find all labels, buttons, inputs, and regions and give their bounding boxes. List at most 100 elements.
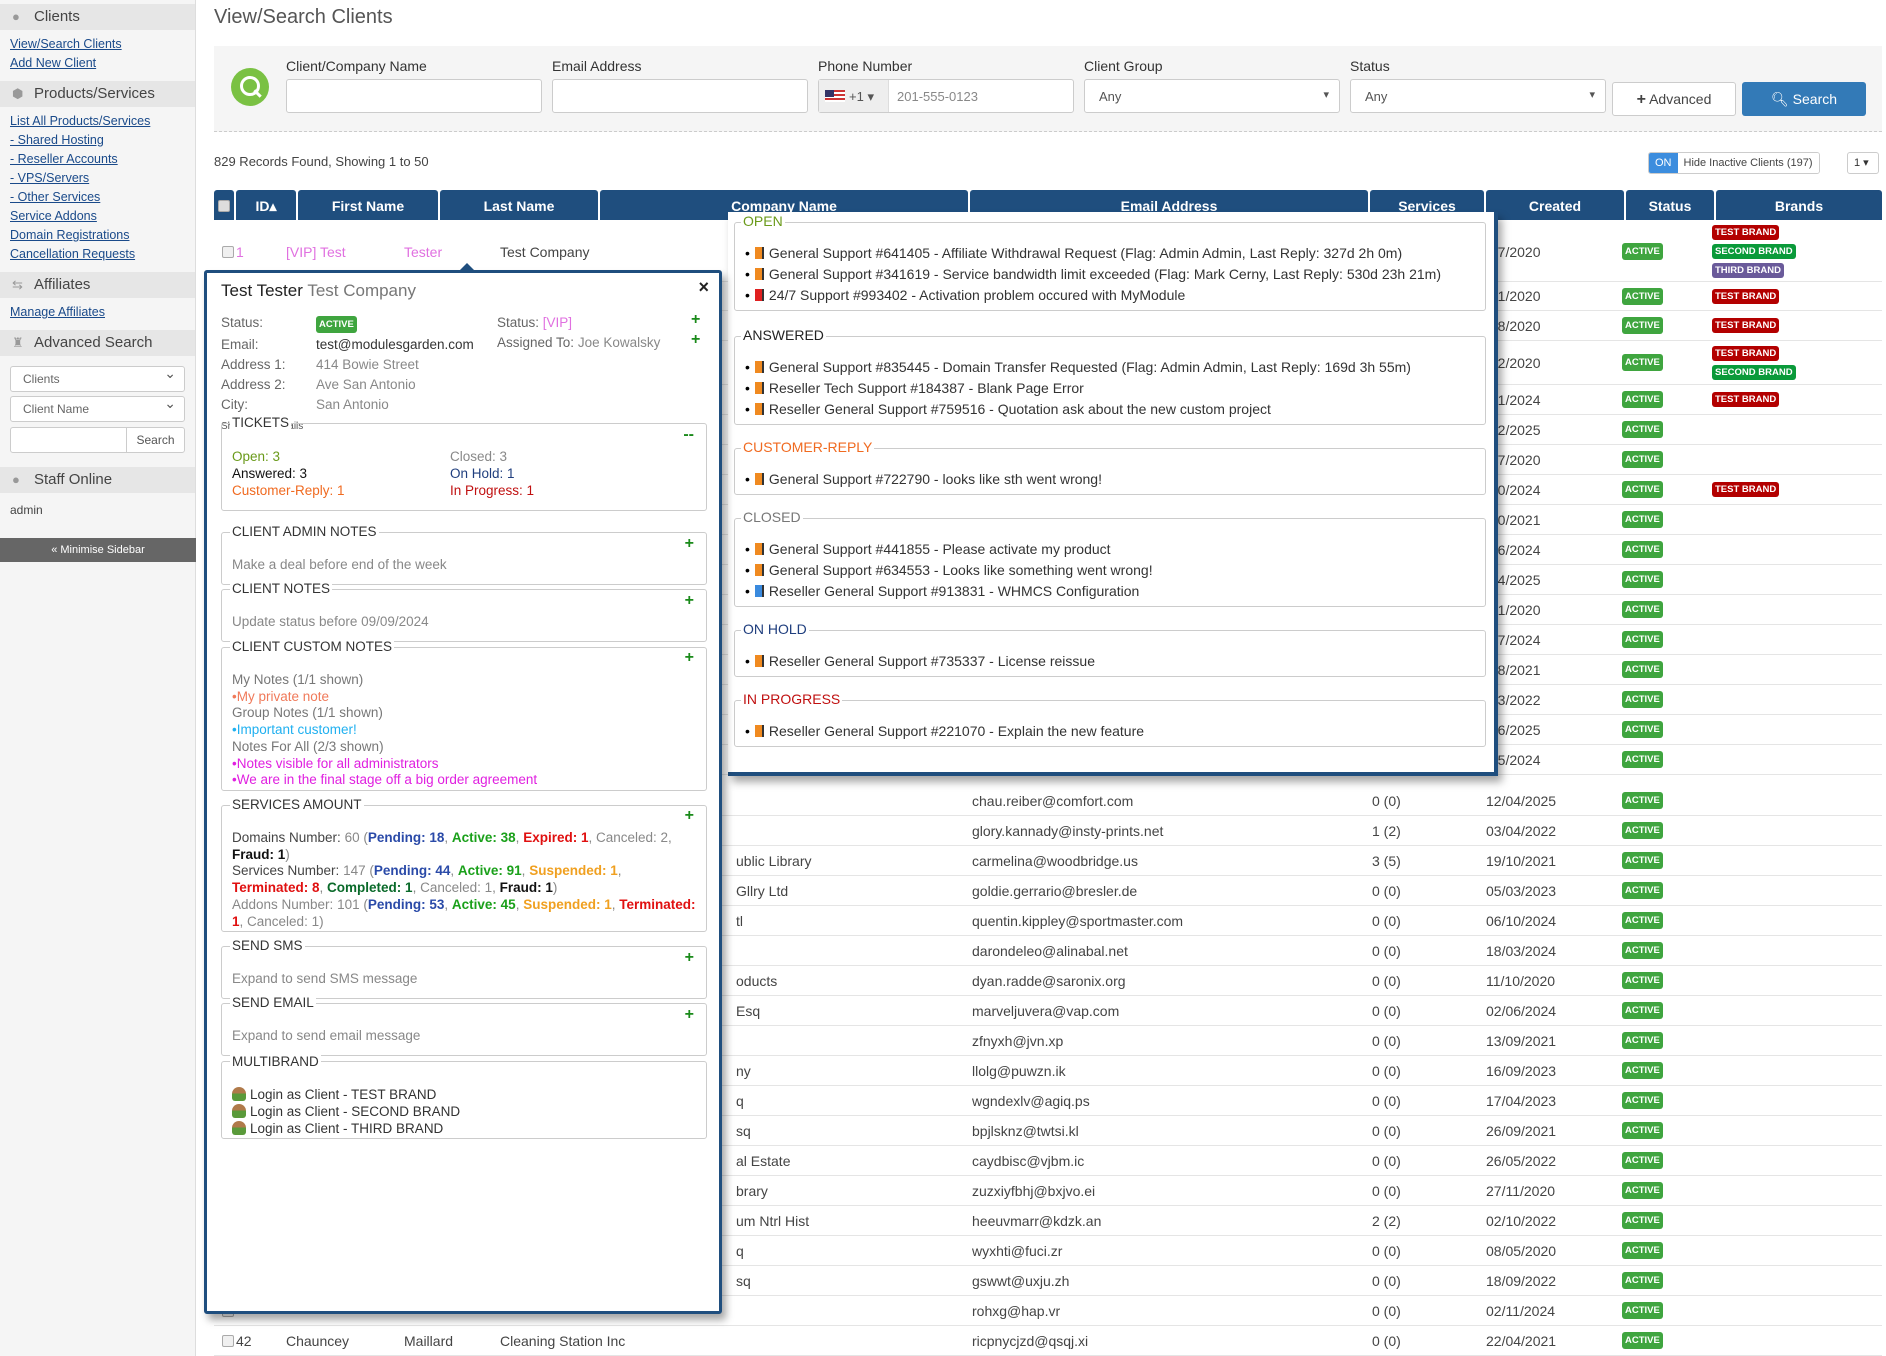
ticket-item[interactable]: General Support #641405 - Affiliate With… — [745, 243, 1475, 264]
sidebar-link[interactable]: Service Addons — [10, 207, 185, 226]
ticket-title[interactable]: General Support #441855 - Please activat… — [769, 541, 1111, 557]
hide-inactive-toggle[interactable]: ON Hide Inactive Clients (197) — [1648, 152, 1820, 174]
add-client-note-icon[interactable]: + — [685, 592, 694, 610]
ticket-title[interactable]: General Support #634553 - Looks like som… — [769, 562, 1153, 578]
client-email[interactable]: chau.reiber@comfort.com — [972, 786, 1133, 815]
expand-sms-icon[interactable]: + — [685, 949, 694, 967]
ticket-title[interactable]: General Support #641405 - Affiliate With… — [769, 245, 1402, 261]
ticket-item[interactable]: Reseller General Support #735337 - Licen… — [745, 651, 1475, 672]
ticket-title[interactable]: Reseller General Support #913831 - WHMCS… — [769, 583, 1139, 599]
close-icon[interactable]: × — [698, 277, 709, 298]
row-checkbox[interactable] — [222, 1326, 234, 1355]
client-company: Esq — [736, 1002, 761, 1019]
advanced-button[interactable]: + Advanced — [1612, 82, 1736, 116]
ticket-item[interactable]: Reseller General Support #913831 - WHMCS… — [745, 581, 1475, 602]
client-email[interactable]: carmelina@woodbridge.us — [972, 846, 1138, 875]
page-select[interactable]: 1 ▾ — [1847, 152, 1879, 174]
checkbox[interactable] — [222, 1334, 234, 1347]
advanced-search-field-select[interactable]: Client Name — [10, 395, 185, 422]
sidebar-link[interactable]: Add New Client — [10, 54, 185, 73]
ticket-item[interactable]: 24/7 Support #993402 - Activation proble… — [745, 285, 1475, 306]
ticket-title[interactable]: Reseller General Support #759516 - Quota… — [769, 401, 1271, 417]
client-email[interactable]: heeuvmarr@kdzk.an — [972, 1206, 1101, 1235]
ticket-title[interactable]: Reseller General Support #735337 - Licen… — [769, 653, 1095, 669]
status-badge: ACTIVE — [1622, 691, 1663, 708]
advanced-search-type-select[interactable]: Clients — [10, 365, 185, 392]
sidebar-link[interactable]: List All Products/Services — [10, 112, 185, 131]
login-as-client-third-brand[interactable]: Login as Client - THIRD BRAND — [232, 1120, 696, 1137]
client-email[interactable]: rohxg@hap.vr — [972, 1296, 1060, 1325]
collapse-tickets-icon[interactable]: -- — [683, 426, 694, 444]
ticket-title[interactable]: General Support #835445 - Domain Transfe… — [769, 359, 1411, 375]
sidebar-link[interactable]: - Other Services — [10, 188, 185, 207]
select-all-checkbox[interactable] — [214, 190, 234, 220]
client-email[interactable]: gswwt@uxju.zh — [972, 1266, 1069, 1295]
ticket-item[interactable]: Reseller General Support #221070 - Expla… — [745, 721, 1475, 742]
client-email[interactable]: zfnyxh@jvn.xp — [972, 1026, 1063, 1055]
column-last-name[interactable]: Last Name — [440, 190, 598, 220]
client-email[interactable]: wgndexlv@agiq.ps — [972, 1086, 1090, 1115]
client-email[interactable]: marveljuvera@vap.com — [972, 996, 1119, 1025]
client-first-name[interactable]: Chauncey — [286, 1326, 349, 1355]
column-status[interactable]: Status — [1626, 190, 1714, 220]
login-as-client-second-brand[interactable]: Login as Client - SECOND BRAND — [232, 1103, 696, 1120]
assign-admin-icon[interactable]: + — [691, 331, 700, 349]
ticket-item[interactable]: General Support #722790 - looks like sth… — [745, 469, 1475, 490]
client-name-input[interactable] — [286, 79, 542, 113]
phone-input[interactable]: +1 ▾ 201-555-0123 — [818, 79, 1074, 113]
ticket-title[interactable]: Reseller General Support #221070 - Expla… — [769, 723, 1144, 739]
status-select[interactable]: Any — [1350, 79, 1606, 113]
sidebar-link[interactable]: - Shared Hosting — [10, 131, 185, 150]
ticket-item[interactable]: General Support #441855 - Please activat… — [745, 539, 1475, 560]
client-group-select[interactable]: Any — [1084, 79, 1340, 113]
sidebar-link[interactable]: - Reseller Accounts — [10, 150, 185, 169]
client-email[interactable]: dyan.radde@saronix.org — [972, 966, 1126, 995]
ticket-item[interactable]: General Support #341619 - Service bandwi… — [745, 264, 1475, 285]
client-email[interactable]: bpjlsknz@twtsi.kl — [972, 1116, 1079, 1145]
client-email[interactable]: glory.kannady@insty-prints.net — [972, 816, 1163, 845]
client-email[interactable]: caydbisc@vjbm.ic — [972, 1146, 1084, 1175]
ticket-item[interactable]: Reseller Tech Support #184387 - Blank Pa… — [745, 378, 1475, 399]
add-group-icon[interactable]: + — [691, 311, 700, 329]
sidebar-link[interactable]: View/Search Clients — [10, 35, 185, 54]
custom-notes-section: CLIENT CUSTOM NOTES + My Notes (1/1 shown… — [221, 639, 707, 791]
expand-email-icon[interactable]: + — [685, 1006, 694, 1024]
country-code-select[interactable]: +1 ▾ — [819, 80, 889, 112]
ticket-title[interactable]: 24/7 Support #993402 - Activation proble… — [769, 287, 1185, 303]
client-email[interactable]: zuzxiyfbhj@bxjvo.ei — [972, 1176, 1095, 1205]
client-email[interactable]: darondeleo@alinabal.net — [972, 936, 1128, 965]
column-brands[interactable]: Brands — [1716, 190, 1882, 220]
client-email[interactable]: llolg@puwzn.ik — [972, 1056, 1066, 1085]
ticket-title[interactable]: Reseller Tech Support #184387 - Blank Pa… — [769, 380, 1084, 396]
minimise-sidebar-button[interactable]: « Minimise Sidebar — [0, 538, 196, 562]
ticket-item[interactable]: Reseller General Support #759516 - Quota… — [745, 399, 1475, 420]
client-last-name[interactable]: Maillard — [404, 1326, 453, 1355]
ticket-title[interactable]: General Support #722790 - looks like sth… — [769, 471, 1102, 487]
status-cell: ACTIVE — [1622, 282, 1663, 310]
ticket-item[interactable]: General Support #835445 - Domain Transfe… — [745, 357, 1475, 378]
add-custom-note-icon[interactable]: + — [685, 649, 694, 667]
advanced-search-button[interactable]: Search — [126, 428, 184, 452]
client-email[interactable]: ricpnycjzd@qsqj.xi — [972, 1326, 1088, 1355]
sidebar-link[interactable]: Domain Registrations — [10, 226, 185, 245]
expand-services-icon[interactable]: + — [685, 807, 694, 825]
ticket-title[interactable]: General Support #341619 - Service bandwi… — [769, 266, 1441, 282]
ticket-item[interactable]: General Support #634553 - Looks like som… — [745, 560, 1475, 581]
brand-badge: SECOND BRAND — [1712, 364, 1796, 380]
search-button[interactable]: 🔍︎ Search — [1742, 82, 1866, 116]
email-input[interactable] — [552, 79, 808, 113]
advanced-search-input[interactable] — [11, 428, 126, 452]
sidebar-link[interactable]: - VPS/Servers — [10, 169, 185, 188]
sidebar-link[interactable]: Manage Affiliates — [10, 303, 185, 322]
sidebar-link[interactable]: Cancellation Requests — [10, 245, 185, 264]
add-admin-note-icon[interactable]: + — [685, 535, 694, 553]
client-email[interactable]: wyxhti@fuci.zr — [972, 1236, 1062, 1265]
client-email[interactable]: goldie.gerrario@bresler.de — [972, 876, 1137, 905]
checkbox[interactable] — [222, 245, 234, 258]
column-first-name[interactable]: First Name — [298, 190, 438, 220]
column-created[interactable]: Created — [1486, 190, 1624, 220]
column-id[interactable]: ID▴ — [236, 190, 296, 220]
client-id[interactable]: 42 — [236, 1326, 252, 1355]
login-as-client-test-brand[interactable]: Login as Client - TEST BRAND — [232, 1086, 696, 1103]
client-email[interactable]: quentin.kippley@sportmaster.com — [972, 906, 1183, 935]
